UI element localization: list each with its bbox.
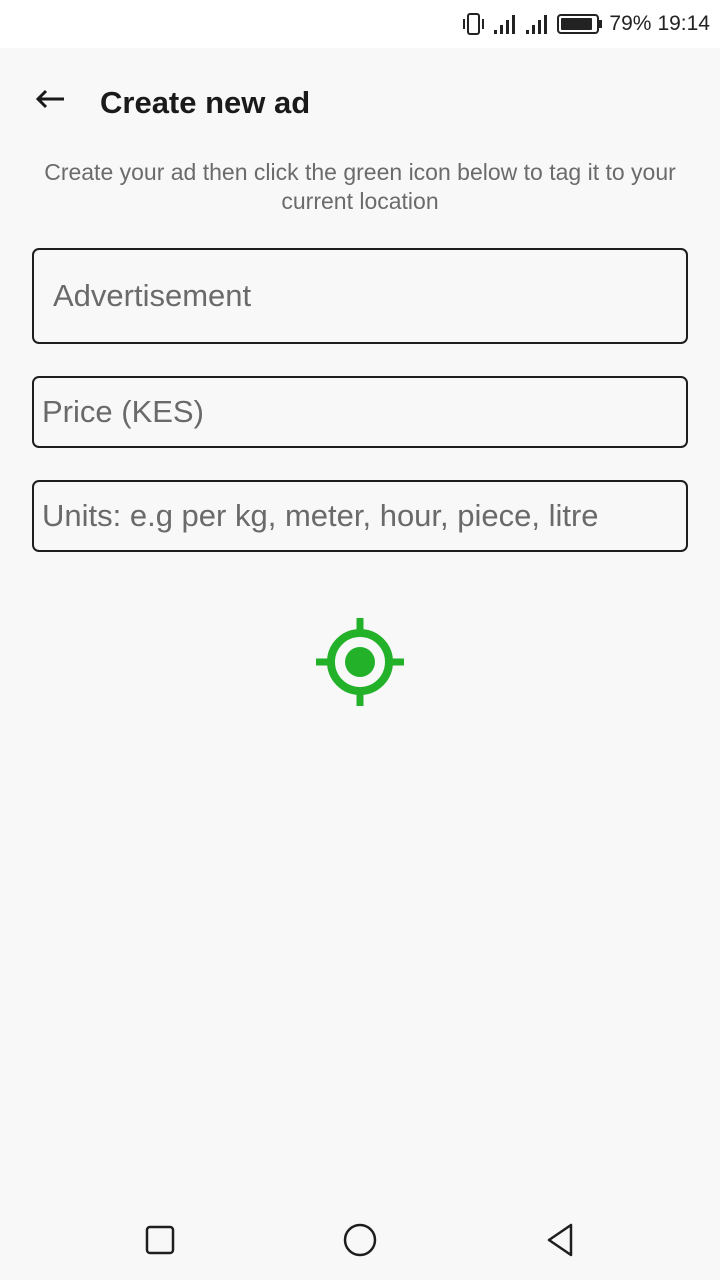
- back-button[interactable]: [28, 83, 72, 119]
- battery-icon: [557, 12, 603, 36]
- signal-icon: [525, 12, 551, 36]
- status-bar: 79% 19:14: [0, 0, 720, 48]
- clock: 19:14: [657, 12, 710, 35]
- status-icons: 79% 19:14: [461, 12, 710, 36]
- system-back-button[interactable]: [540, 1220, 580, 1264]
- home-icon: [342, 1222, 378, 1263]
- recent-apps-icon: [144, 1224, 176, 1261]
- page-title: Create new ad: [100, 85, 311, 120]
- gps-crosshair-icon: [314, 616, 406, 713]
- recent-apps-button[interactable]: [140, 1220, 180, 1264]
- signal-icon: [493, 12, 519, 36]
- tag-location-button[interactable]: [314, 616, 406, 713]
- units-field[interactable]: [32, 480, 688, 552]
- advertisement-field[interactable]: [32, 248, 688, 344]
- home-button[interactable]: [340, 1220, 380, 1264]
- advertisement-input[interactable]: [34, 250, 686, 342]
- vibrate-icon: [461, 12, 487, 36]
- units-input[interactable]: [34, 482, 686, 550]
- arrow-left-icon: [34, 87, 66, 116]
- system-nav-bar: [0, 1200, 720, 1280]
- price-input[interactable]: [34, 378, 686, 446]
- battery-percent: 79%: [609, 12, 652, 35]
- back-icon: [544, 1222, 576, 1263]
- instructions-text: Create your ad then click the green icon…: [44, 159, 676, 214]
- price-field[interactable]: [32, 376, 688, 448]
- app-bar: Create new ad: [0, 48, 720, 158]
